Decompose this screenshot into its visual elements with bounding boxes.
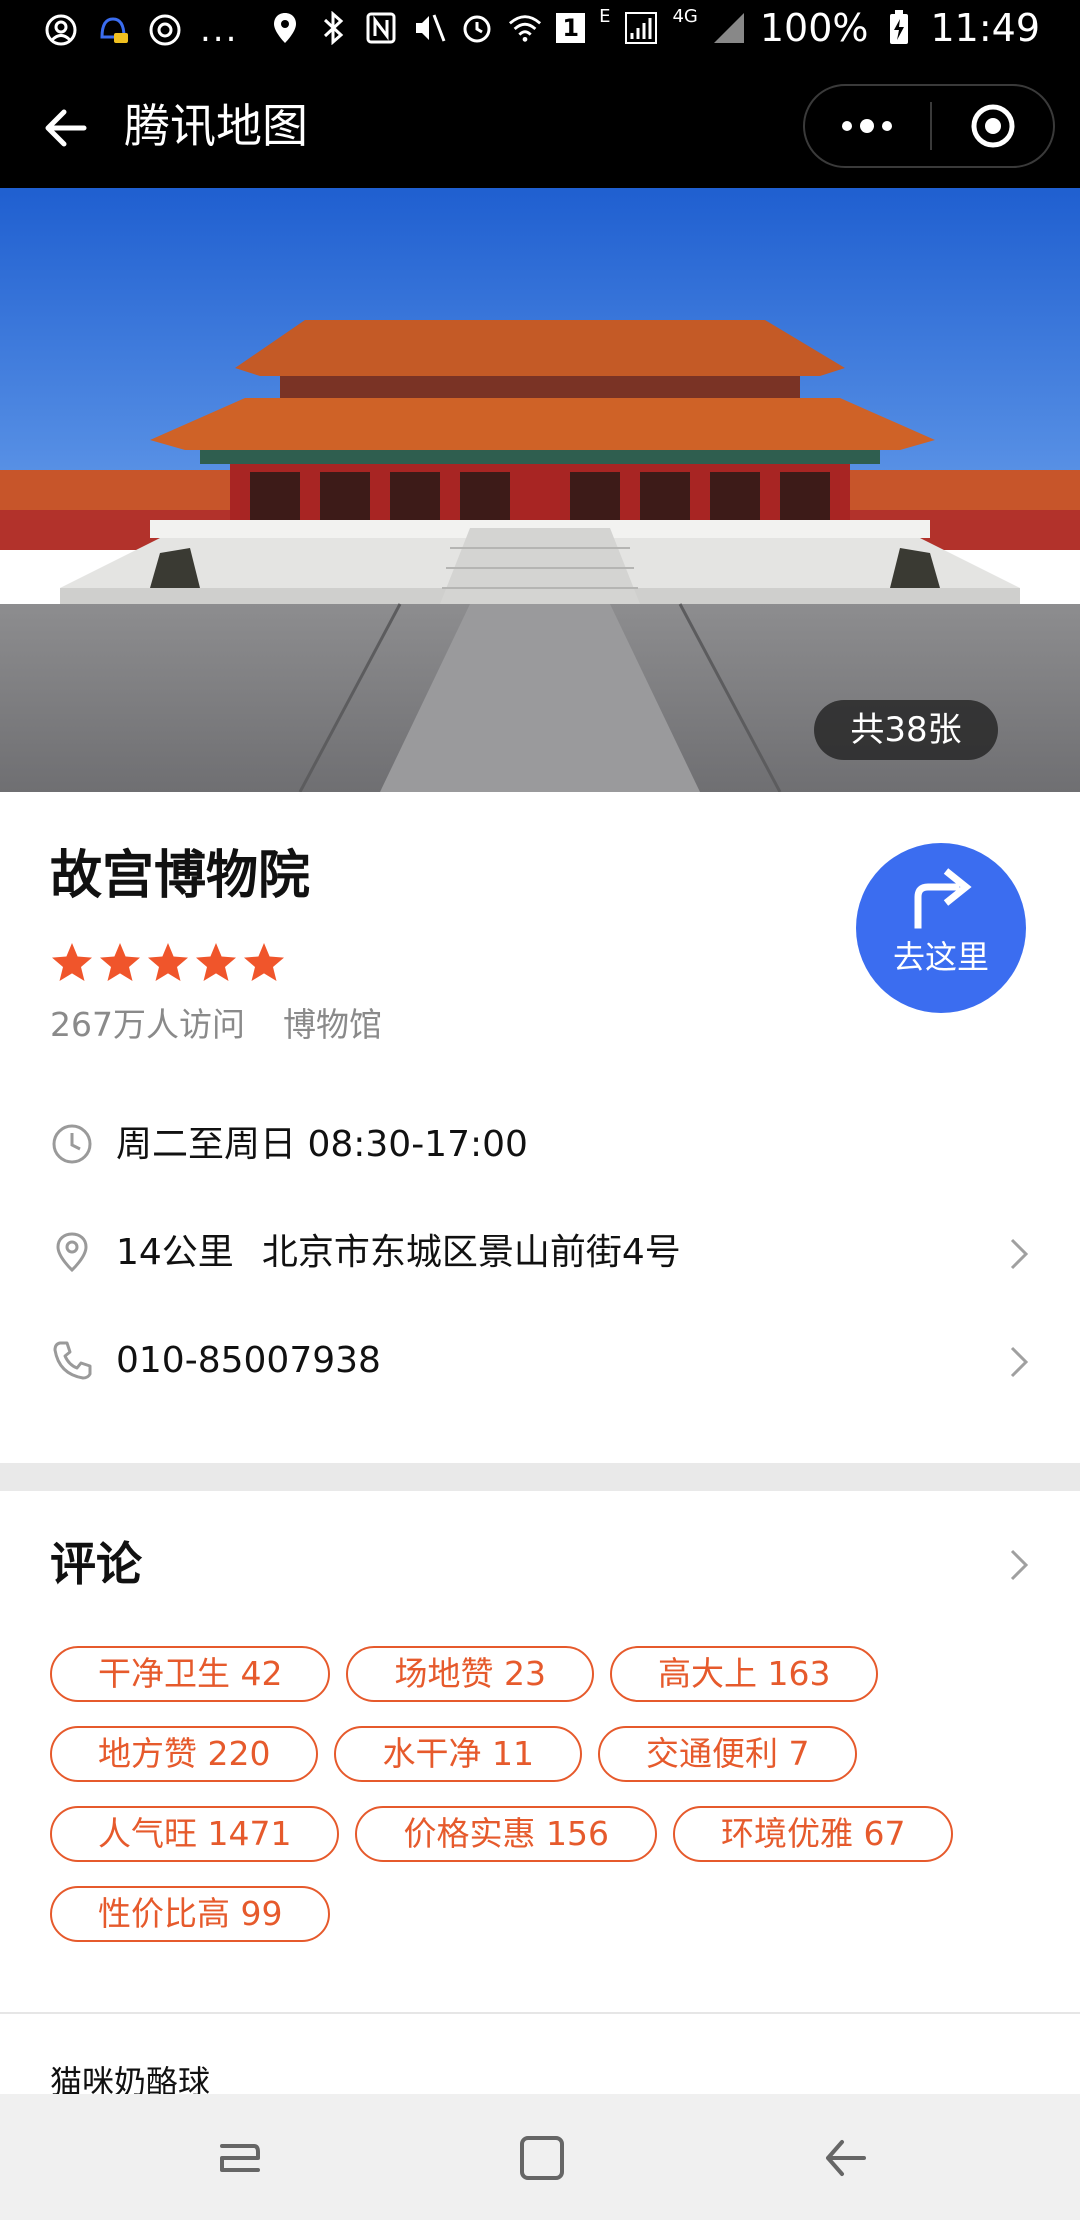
- phone-row[interactable]: 010-85007938: [0, 1316, 1080, 1406]
- comment-tag[interactable]: 人气旺 1471: [50, 1806, 340, 1862]
- clock-icon: [52, 1124, 92, 1164]
- location-pin-icon: [268, 11, 302, 45]
- star-icon: [244, 943, 284, 981]
- comment-tag[interactable]: 干净卫生 42: [50, 1646, 331, 1702]
- address-row[interactable]: 14公里 北京市东城区景山前街4号: [0, 1208, 1080, 1298]
- comment-tag[interactable]: 水干净 11: [334, 1726, 582, 1782]
- tag-row: 性价比高 99: [50, 1886, 1040, 1942]
- system-navigation-bar: [0, 2094, 1080, 2220]
- visitor-count: 267万人访问: [50, 1005, 245, 1044]
- arrow-left-icon: [45, 109, 87, 147]
- network-e-label: E: [599, 6, 611, 27]
- address-text: 14公里 北京市东城区景山前街4号: [116, 1226, 681, 1280]
- hours-row: 周二至周日 08:30-17:00: [0, 1100, 1080, 1190]
- system-back-button[interactable]: [816, 2128, 876, 2188]
- phone-icon: [53, 1341, 92, 1380]
- battery-charging-icon: [882, 10, 916, 45]
- chevron-right-icon: [1010, 1238, 1029, 1270]
- navigate-here-button[interactable]: 去这里: [856, 843, 1026, 1013]
- status-bar: ... 1 E 4G 100% 11:49: [0, 0, 1080, 64]
- address: 北京市东城区景山前街4号: [261, 1232, 681, 1273]
- star-icon: [100, 943, 140, 981]
- wifi-icon: [508, 11, 542, 45]
- back-button[interactable]: [38, 100, 94, 156]
- tag-row: 地方赞 220 水干净 11 交通便利 7: [50, 1726, 1040, 1782]
- poi-category: 博物馆: [283, 1005, 382, 1044]
- comment-tag[interactable]: 交通便利 7: [597, 1726, 858, 1782]
- opening-hours: 周二至周日 08:30-17:00: [116, 1124, 528, 1165]
- comment-tag[interactable]: 地方赞 220: [50, 1726, 319, 1782]
- close-mini-program-button[interactable]: [932, 86, 1053, 166]
- battery-percent: 100%: [759, 6, 869, 50]
- location-pin-outline-icon: [56, 1232, 88, 1273]
- phone-number: 010-85007938: [116, 1340, 381, 1381]
- mini-program-capsule: [803, 84, 1055, 168]
- page-title: 腾讯地图: [124, 99, 308, 153]
- chevron-right-icon: [1010, 1346, 1029, 1378]
- account-circle-icon: [44, 13, 78, 47]
- comment-tag[interactable]: 环境优雅 67: [672, 1806, 954, 1862]
- comment-tag[interactable]: 高大上 163: [609, 1646, 879, 1702]
- target-circle-icon: [971, 104, 1014, 148]
- more-dots-icon: [842, 119, 892, 133]
- star-icon: [196, 943, 236, 981]
- poi-photo[interactable]: 共38张: [0, 188, 1080, 792]
- chevron-right-icon[interactable]: [1004, 1545, 1034, 1585]
- sync-circle-icon: [148, 13, 182, 47]
- home-button[interactable]: [512, 2128, 572, 2188]
- nfc-icon: [364, 11, 398, 45]
- comment-tags: 干净卫生 42 场地赞 23 高大上 163 地方赞 220 水干净 11 交通…: [50, 1646, 1040, 1966]
- comments-title[interactable]: 评论: [50, 1532, 142, 1596]
- alarm-icon: [460, 11, 494, 45]
- turn-right-arrow-icon: [914, 868, 972, 929]
- photo-count-badge[interactable]: 共38张: [814, 700, 998, 760]
- mute-icon: [412, 11, 446, 45]
- tag-row: 干净卫生 42 场地赞 23 高大上 163: [50, 1646, 1040, 1702]
- more-button[interactable]: [805, 86, 929, 166]
- recent-apps-button[interactable]: [210, 2128, 270, 2188]
- comment-tag[interactable]: 场地赞 23: [346, 1646, 594, 1702]
- star-icon: [148, 943, 188, 981]
- tag-row: 人气旺 1471 价格实惠 156 环境优雅 67: [50, 1806, 1040, 1862]
- section-divider: [0, 1463, 1080, 1491]
- notification-app-icon: [96, 13, 130, 47]
- nav-bar: 腾讯地图: [0, 64, 1080, 188]
- comment-tag[interactable]: 价格实惠 156: [355, 1806, 657, 1862]
- comment-tag[interactable]: 性价比高 99: [50, 1886, 331, 1942]
- network-type-label: 4G: [672, 6, 698, 27]
- navigate-here-label: 去这里: [892, 938, 989, 976]
- bluetooth-icon: [316, 11, 350, 45]
- divider-line: [0, 2012, 1080, 2014]
- clock-time: 11:49: [930, 6, 1040, 50]
- poi-meta: 267万人访问 博物馆: [50, 1000, 382, 1050]
- sim-badge: 1: [556, 13, 586, 43]
- star-icon: [52, 943, 92, 981]
- poi-name: 故宫博物院: [50, 846, 311, 906]
- more-notifications-indicator: ...: [200, 10, 239, 50]
- signal-strength-2-icon: [712, 11, 746, 45]
- signal-strength-icon: [624, 11, 658, 45]
- star-rating: [50, 940, 286, 984]
- distance: 14公里: [116, 1232, 234, 1273]
